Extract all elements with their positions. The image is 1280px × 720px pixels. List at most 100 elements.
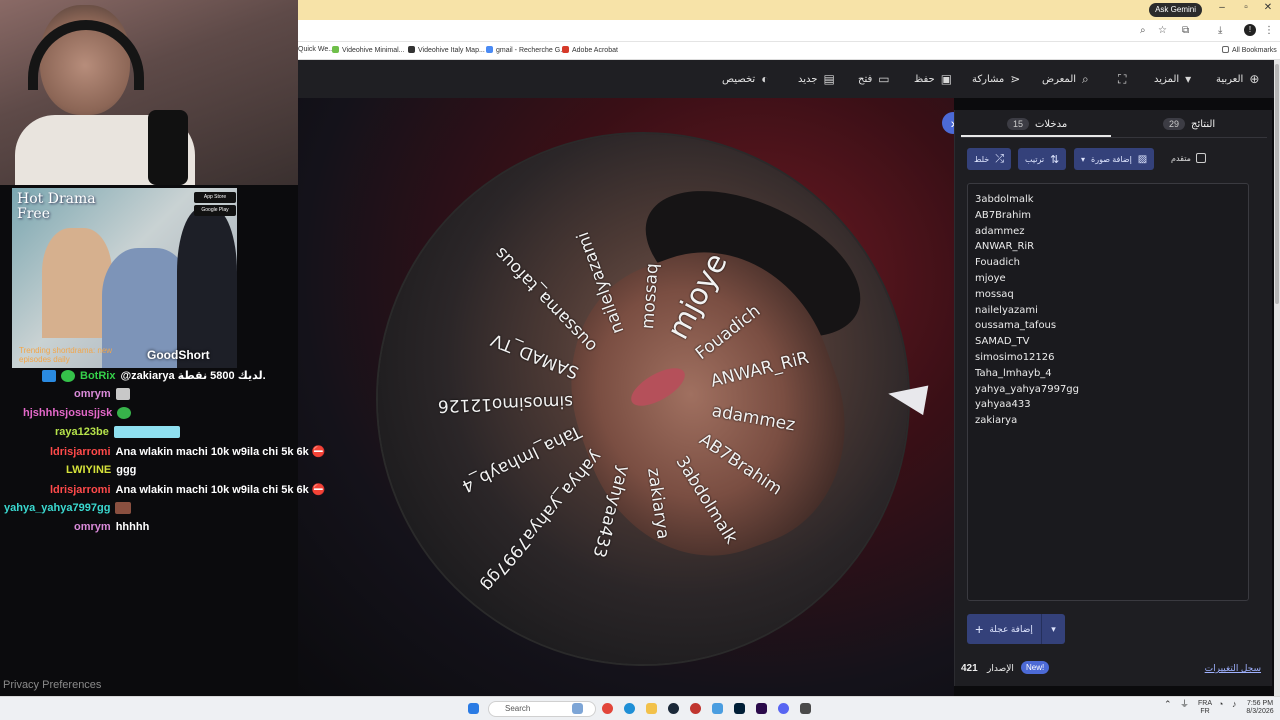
chat-message: ldrisjarromi Ana wlakin machi 10k w9ila … [50,483,326,497]
close-icon[interactable]: ✕ [1260,2,1276,13]
entry-line: AB7Brahim [975,209,1032,221]
chat-username[interactable]: yahya_yahya7997gg [4,502,110,514]
maximize-icon[interactable]: ▫ [1238,2,1254,13]
app-icon[interactable] [690,703,701,714]
chat-text: Ana wlakin machi 10k w9ila chi 5k 6k ⛔ [115,484,326,496]
entry-line: yahya_yahya7997gg [975,383,1080,395]
mod-badge-icon [42,369,56,382]
download-icon[interactable]: ⤓ [1218,25,1222,36]
globe-icon: ⊕ [1249,72,1260,86]
save-button[interactable]: ▣ حفظ [914,72,952,86]
edge-icon[interactable] [624,703,635,714]
add-image-button[interactable]: ▨ إضافة صورة ▾ [1074,148,1155,170]
open-button[interactable]: ▭ فتح [858,72,890,86]
google-play-badge[interactable]: Google Play [194,205,236,216]
bookmark-item[interactable]: gmail - Recherche G... [486,46,566,54]
advanced-checkbox[interactable]: متقدم [1171,153,1206,163]
shuffle-button[interactable]: ⤮ خلط [967,148,1011,170]
ask-gemini-button[interactable]: Ask Gemini [1149,3,1202,17]
page-scrollbar[interactable] [1274,60,1280,696]
photoshop-icon[interactable] [734,703,745,714]
discord-icon[interactable] [778,703,789,714]
gallery-button[interactable]: ⌕ المعرض [1042,72,1089,87]
file-explorer-icon[interactable] [646,703,657,714]
extensions-icon[interactable]: ⧉ [1182,25,1189,36]
chrome-icon[interactable] [602,703,613,714]
sort-button[interactable]: ⇅ ترتيب [1018,148,1067,170]
chat-message: raya123be [55,426,180,438]
entry-line: Taha_lmhayb_4 [975,367,1052,379]
more-label: المزيد [1154,73,1180,85]
entry-line: mossaq [975,288,1014,300]
chat-username[interactable]: ldrisjarromi [50,446,111,458]
chat-username[interactable]: BotRix [80,370,115,382]
chat-message: hjshhhsjosusjjsk [23,407,132,419]
entry-line: mjoye [975,272,1006,284]
results-count-badge: 29 [1163,118,1186,130]
clock[interactable]: 7:56 PM 8/3/2026 [1244,700,1276,716]
entries-textarea[interactable]: 3abdolmalk AB7Brahim adammez ANWAR_RiR F… [967,183,1249,601]
bookmark-item[interactable]: Adobe Acrobat [562,46,618,54]
share-button[interactable]: ⋖ مشاركة [972,72,1020,86]
verified-badge-icon [61,369,75,382]
more-button[interactable]: ▾ المزيد [1154,72,1191,86]
windows-start-icon[interactable] [468,703,479,714]
tab-entries-label: مدخلات [1035,118,1068,130]
changelog-link[interactable]: سجل التغييرات [1205,663,1261,674]
fullscreen-button[interactable]: ⛶ [1118,72,1126,87]
chat-username[interactable]: LWIYINE [66,464,111,476]
premiere-icon[interactable] [756,703,767,714]
chevron-down-icon: ▾ [1081,154,1086,164]
shuffle-label: خلط [974,154,990,164]
share-icon: ⋖ [1010,72,1021,86]
add-wheel-main[interactable]: + إضافة عجلة [967,621,1041,637]
chat-username[interactable]: omrym [74,521,111,533]
calculator-icon[interactable] [800,703,811,714]
widgets-icon[interactable] [572,703,583,714]
language-button[interactable]: ⊕ العربية [1216,72,1259,86]
bookmark-item[interactable]: Videohive Minimal... [332,46,405,54]
minimize-icon[interactable]: – [1214,2,1230,13]
menu-icon[interactable]: ⋮ [1264,25,1274,36]
tab-results[interactable]: النتائج 29 [1163,118,1215,130]
network-icon[interactable]: ⏚ [1180,700,1189,709]
chat-username[interactable]: omrym [74,388,111,400]
shuffle-icon: ⤮ [995,152,1004,165]
language-indicator[interactable]: FRA FR [1198,700,1212,716]
all-bookmarks[interactable]: All Bookmarks [1222,46,1277,54]
version-number: 421 [961,663,978,674]
privacy-preferences-link[interactable]: Privacy Preferences [3,679,101,691]
checkbox-box[interactable] [1195,153,1206,163]
bookmark-item[interactable]: Quick We... [298,46,334,53]
chat-message: omrym hhhhh [74,521,149,533]
star-icon[interactable]: ☆ [1158,25,1167,36]
customize-button[interactable]: ◐ تخصيص [722,72,768,86]
zoom-icon[interactable]: ⌕ [1140,25,1146,36]
chat-message: yahya_yahya7997gg [4,502,132,514]
wifi-icon[interactable]: ◔ [1218,700,1223,709]
videohive-icon [332,46,339,53]
goodshort-logo: GoodShort [147,348,210,362]
ad-banner[interactable]: Hot Drama Free App Store Google Play Tre… [12,188,237,368]
new-label: جديد [798,73,818,85]
microphone-icon [148,110,188,185]
advanced-label: متقدم [1171,153,1191,163]
entry-line: zakiarya [975,415,1018,427]
chat-username[interactable]: hjshhhsjosusjjsk [23,407,112,419]
photos-icon[interactable] [712,703,723,714]
add-wheel-dropdown[interactable]: ▾ [1041,614,1065,644]
profile-icon[interactable]: ! [1244,24,1256,36]
new-button[interactable]: ▤ جديد [798,72,835,86]
palette-icon: ◐ [761,72,769,86]
app-store-badge[interactable]: App Store [194,192,236,203]
address-bar[interactable]: ⌕ ☆ ⧉ ⤓ ! ⋮ [298,20,1280,42]
volume-icon[interactable]: ♪ [1232,700,1237,709]
steam-icon[interactable] [668,703,679,714]
chat-username[interactable]: raya123be [55,426,109,438]
add-wheel-button[interactable]: + إضافة عجلة ▾ [967,614,1065,644]
bookmark-item[interactable]: Videohive Italy Map... [408,46,485,54]
chat-username[interactable]: ldrisjarromi [50,484,111,496]
tray-chevron-icon[interactable]: ⌃ [1164,700,1172,709]
scrollbar-thumb[interactable] [1275,64,1279,304]
tab-entries[interactable]: مدخلات 15 [1007,118,1067,130]
